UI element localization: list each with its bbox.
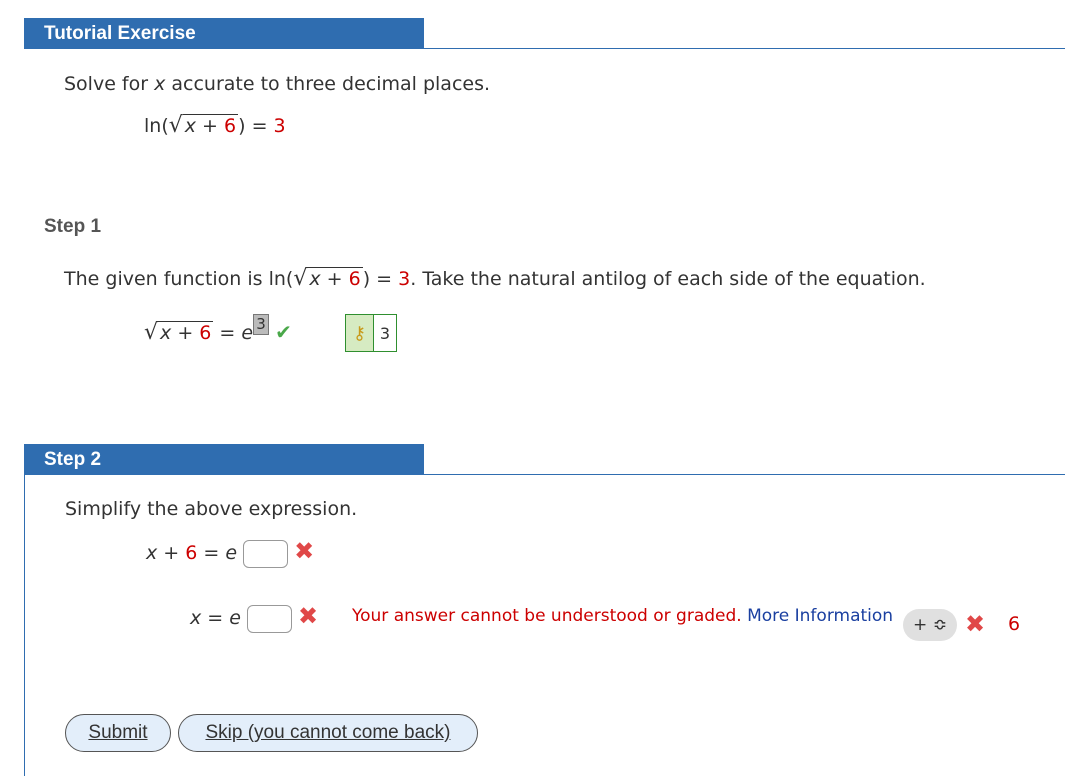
step2-equation1: x + 6 = e ✖ <box>146 539 314 568</box>
step1-equation: √ x + 6 = e3 ✔ <box>144 314 292 345</box>
problem-prompt: Solve for x accurate to three decimal pl… <box>64 73 491 95</box>
more-information-link[interactable]: More Information <box>747 606 893 626</box>
skip-button[interactable]: Skip (you cannot come back) <box>178 714 478 752</box>
tutorial-header: Tutorial Exercise <box>24 18 424 49</box>
sqrt: √ x + 6 <box>168 113 239 138</box>
incorrect-icon: ✖ <box>294 537 315 565</box>
problem-equation: ln(√ x + 6) = 3 <box>144 113 286 138</box>
stepper-control[interactable]: + ≎ <box>903 609 957 641</box>
error-message: Your answer cannot be understood or grad… <box>352 606 894 626</box>
key-value: 3 <box>379 323 391 343</box>
step1-description: The given function is ln(√ x + 6) = 3. Ta… <box>64 266 926 291</box>
exponent-input-2[interactable] <box>247 604 292 633</box>
submit-button[interactable]: Submit <box>65 714 171 752</box>
incorrect-icon: ✖ <box>298 602 319 630</box>
check-icon: ✔ <box>275 320 292 344</box>
answer-key[interactable]: ⚷ 3 <box>345 314 397 352</box>
exponent-answer: 3 <box>253 314 270 335</box>
key-icon: ⚷ <box>346 315 374 351</box>
step2-header: Step 2 <box>24 444 424 475</box>
step2-equation2: x = e ✖ <box>190 604 318 633</box>
header-rule <box>424 48 1065 49</box>
exponent-input-1[interactable] <box>243 539 289 568</box>
step1-label: Step 1 <box>44 216 102 237</box>
trailing-value: 6 <box>1008 613 1021 635</box>
incorrect-icon: ✖ <box>965 610 986 638</box>
step2-instruction: Simplify the above expression. <box>65 498 358 520</box>
